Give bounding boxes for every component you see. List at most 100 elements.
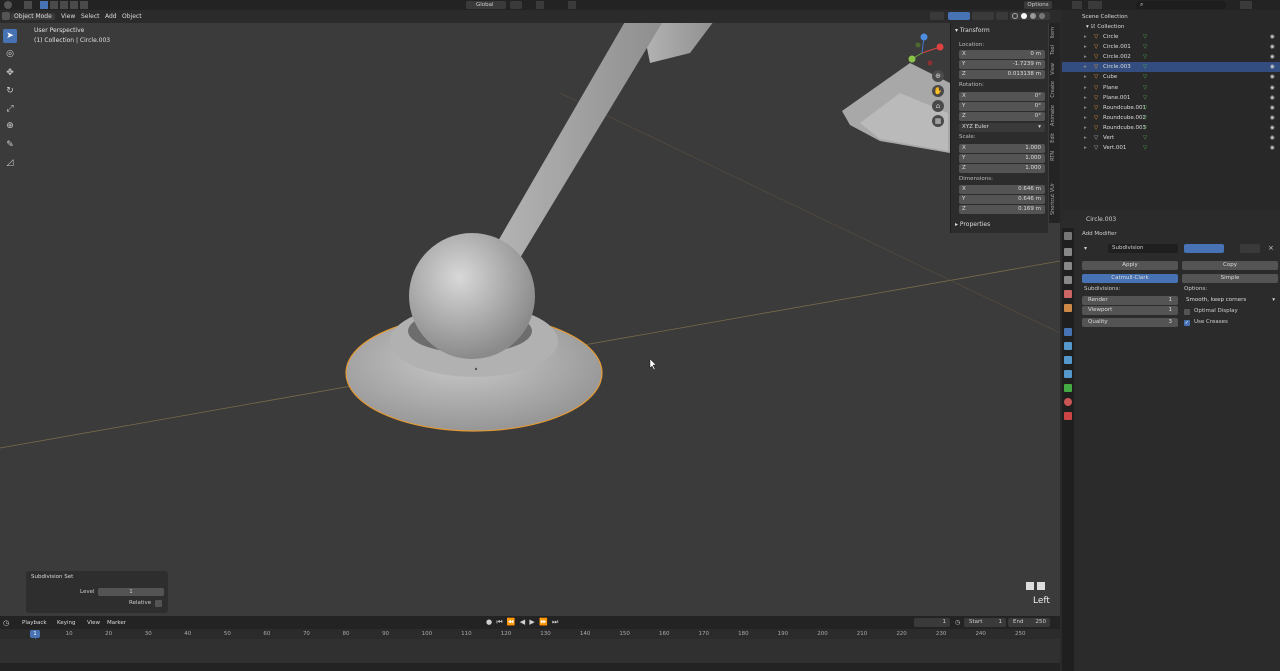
expand-arrow-icon[interactable]: ▸ (1084, 143, 1087, 153)
texture-tab-icon[interactable] (1064, 412, 1072, 420)
end-frame-field[interactable]: End 250 (1008, 618, 1050, 627)
gizmo-toggle-icon[interactable] (948, 12, 970, 20)
tab-edit[interactable]: Edit (1050, 133, 1059, 143)
annotate-tool-icon[interactable]: ✎ (3, 138, 17, 152)
eye-icon[interactable]: ◉ (1270, 123, 1275, 133)
location-z-field[interactable]: Z 0.013138 m (959, 70, 1045, 79)
expand-arrow-icon[interactable]: ▸ (1084, 123, 1087, 133)
select-mode-subtract-icon[interactable] (60, 1, 68, 9)
rotate-tool-icon[interactable]: ↻ (3, 84, 17, 98)
modifier-name-input[interactable]: Subdivision (1108, 244, 1178, 253)
start-frame-field[interactable]: Start 1 (964, 618, 1006, 627)
object-tab-icon[interactable] (1064, 304, 1072, 312)
select-mode-new-icon[interactable] (40, 1, 48, 9)
expand-arrow-icon[interactable]: ▸ (1084, 72, 1087, 82)
editor-type-icon[interactable] (4, 1, 12, 9)
copy-button[interactable]: Copy (1182, 261, 1278, 270)
tab-create[interactable]: Create (1050, 81, 1059, 98)
eye-icon[interactable]: ◉ (1270, 72, 1275, 82)
scale-z-field[interactable]: Z 1.000 (959, 164, 1045, 173)
tool-tab-icon[interactable] (1064, 232, 1072, 240)
measure-tool-icon[interactable]: ◿ (3, 156, 17, 170)
outliner-item[interactable]: ▸ ▽ Circle.002 ▽ ◉ (1062, 52, 1280, 62)
location-y-field[interactable]: Y -1.7239 m (959, 60, 1045, 69)
simple-button[interactable]: Simple (1182, 274, 1278, 283)
dimensions-z-field[interactable]: Z 0.169 m (959, 205, 1045, 214)
constraints-tab-icon[interactable] (1064, 370, 1072, 378)
expand-arrow-icon[interactable]: ▸ (1084, 103, 1087, 113)
menu-object[interactable]: Object (122, 13, 142, 20)
close-icon[interactable]: × (1268, 244, 1274, 252)
outliner-item[interactable]: ▸ ▽ Circle ▽ ◉ (1062, 32, 1280, 42)
outliner-item[interactable]: ▸ ▽ Vert.001 ▽ ◉ (1062, 143, 1280, 153)
level-field[interactable]: 1 (98, 588, 164, 596)
menu-keying[interactable]: Keying (57, 620, 75, 626)
relative-checkbox[interactable] (155, 600, 162, 607)
rotation-mode-dropdown[interactable]: XYZ Euler ▾ (959, 123, 1045, 132)
modifier-display-toggles[interactable] (1184, 244, 1224, 253)
apply-button[interactable]: Apply (1082, 261, 1178, 270)
modifier-move-arrows[interactable] (1240, 244, 1260, 253)
select-tool-icon[interactable]: ➤ (3, 29, 17, 43)
tab-tool[interactable]: Tool (1050, 45, 1059, 55)
cursor-tool-icon[interactable]: ◎ (3, 47, 17, 61)
outliner-type-icon[interactable] (1072, 1, 1082, 9)
menu-view[interactable]: View (61, 13, 75, 20)
expand-arrow-icon[interactable]: ▸ (1084, 62, 1087, 72)
view-layer-tab-icon[interactable] (1064, 276, 1072, 284)
render-levels-field[interactable]: Render 1 (1082, 296, 1178, 305)
tab-animate[interactable]: Animate (1050, 105, 1059, 126)
physics-tab-icon[interactable] (1064, 356, 1072, 364)
playback-controls[interactable]: ● ⏮ ⏪ ◀ ▶ ⏩ ⏭ (486, 618, 559, 627)
uv-smooth-dropdown[interactable]: Smooth, keep corners ▾ (1182, 296, 1278, 305)
select-mode-invert-icon[interactable] (70, 1, 78, 9)
current-frame-field[interactable]: 1 (914, 618, 950, 627)
rotation-x-field[interactable]: X 0° (959, 92, 1045, 101)
transform-orientation-dropdown[interactable]: Global (466, 1, 506, 9)
output-tab-icon[interactable] (1064, 262, 1072, 270)
scene-collection-row[interactable]: Scene Collection (1062, 12, 1280, 22)
outliner-item[interactable]: ▸ ▽ Roundcube.001 ▽ ◉ (1062, 103, 1280, 113)
menu-marker[interactable]: Marker (107, 620, 126, 626)
material-tab-icon[interactable] (1064, 398, 1072, 406)
rotation-z-field[interactable]: Z 0° (959, 112, 1045, 121)
eye-icon[interactable]: ◉ (1270, 93, 1275, 103)
scene-tab-icon[interactable] (1064, 290, 1072, 298)
eye-icon[interactable]: ◉ (1270, 62, 1275, 72)
timeline-tracks[interactable] (0, 639, 1060, 663)
select-mode-intersect-icon[interactable] (80, 1, 88, 9)
tab-shortcut[interactable]: Shortcut VUr (1050, 183, 1059, 215)
eye-icon[interactable]: ◉ (1270, 103, 1275, 113)
filter-icon[interactable] (1240, 1, 1252, 9)
proportional-edit-icon[interactable] (568, 1, 576, 9)
timeline-editor-icon[interactable]: ◷ (3, 619, 9, 627)
mode-dropdown[interactable]: Object Mode (11, 13, 55, 20)
rotation-y-field[interactable]: Y 0° (959, 102, 1045, 111)
move-tool-icon[interactable]: ✥ (3, 66, 17, 80)
snap-icon[interactable] (536, 1, 544, 9)
modifier-tab-icon[interactable] (1064, 328, 1072, 336)
dimensions-y-field[interactable]: Y 0.646 m (959, 195, 1045, 204)
collection-row[interactable]: ▾ ☑ Collection (1062, 22, 1280, 32)
catmull-clark-button[interactable]: Catmull-Clark (1082, 274, 1178, 283)
tab-rtn[interactable]: RTN (1050, 151, 1059, 161)
menu-playback[interactable]: Playback (22, 620, 47, 626)
visibility-icon[interactable] (930, 12, 944, 20)
pan-hand-icon[interactable]: ✋ (932, 85, 944, 97)
scale-tool-icon[interactable]: ⤢ (3, 102, 17, 116)
expand-arrow-icon[interactable]: ▸ (1084, 133, 1087, 143)
outliner-search-input[interactable]: ⌕ (1136, 1, 1226, 9)
xray-icon[interactable] (996, 12, 1008, 20)
eye-icon[interactable]: ◉ (1270, 113, 1275, 123)
outliner-item[interactable]: ▸ ▽ Plane ▽ ◉ (1062, 83, 1280, 93)
expand-arrow-icon[interactable]: ▸ (1084, 83, 1087, 93)
playhead-frame-indicator[interactable]: 1 (30, 630, 40, 638)
options-dropdown[interactable]: Options (1024, 1, 1052, 9)
menu-add[interactable]: Add (105, 13, 117, 20)
clock-icon[interactable]: ◷ (955, 619, 960, 626)
dimensions-x-field[interactable]: X 0.646 m (959, 185, 1045, 194)
viewport-levels-field[interactable]: Viewport 1 (1082, 306, 1178, 315)
use-creases-checkbox[interactable]: ✓ (1184, 320, 1190, 326)
outliner-item[interactable]: ▸ ▽ Vert ▽ ◉ (1062, 133, 1280, 143)
scale-y-field[interactable]: Y 1.000 (959, 154, 1045, 163)
